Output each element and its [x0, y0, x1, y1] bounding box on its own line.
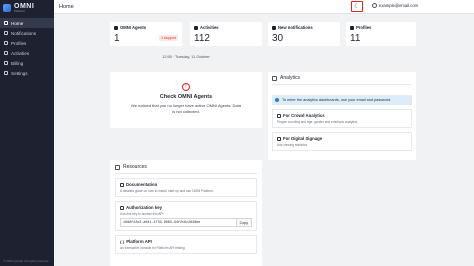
- sub-card-desc: People counting and age, gender and emot…: [277, 120, 358, 124]
- logo-icon: [3, 4, 11, 12]
- key-icon: [120, 205, 124, 210]
- analytics-icon: [272, 75, 277, 81]
- platform-api-link[interactable]: { } Platform API An interactive console f…: [115, 235, 257, 254]
- user-email: example@email.com: [379, 3, 419, 8]
- sidebar-nav: Home Notifications Profiles Activities B…: [0, 18, 54, 78]
- moon-icon: ☾: [354, 4, 360, 10]
- sidebar-item-profiles[interactable]: Profiles: [0, 38, 54, 48]
- stat-value: 11: [350, 33, 361, 44]
- check-message: We noticed that you no longer have activ…: [131, 103, 241, 114]
- brand[interactable]: OMNI Platform: [0, 1, 54, 15]
- stat-value: 112: [194, 33, 210, 44]
- stat-card-notifications[interactable]: New notifications 30: [268, 22, 340, 46]
- check-title: Check OMNI Agents: [159, 94, 213, 100]
- stat-card-activities[interactable]: Activities 112: [190, 22, 262, 46]
- warning-icon: !: [182, 83, 190, 91]
- stat-card-profiles[interactable]: Profiles 11: [346, 22, 416, 46]
- people-icon: [277, 113, 281, 118]
- sidebar-item-label: Billing: [11, 60, 24, 66]
- user-menu[interactable]: example@email.com: [372, 3, 418, 8]
- link-icon: [115, 164, 120, 170]
- user-icon: [372, 3, 377, 8]
- info-text: To enter the analytics dashboards, use y…: [282, 98, 392, 102]
- card-icon: [4, 61, 8, 65]
- res-desc: A detailed guide on how to install, star…: [120, 189, 214, 193]
- digital-signage-link[interactable]: For Digital Signage Ads viewing statisti…: [272, 132, 412, 151]
- profile-icon: [4, 41, 8, 45]
- gear-icon: [4, 71, 8, 75]
- stat-label: OMNI Agents: [120, 25, 147, 30]
- sidebar: OMNI Platform Home Notifications Profile…: [0, 0, 54, 266]
- res-title: Authorization key: [126, 205, 163, 210]
- resources-title: Resources: [123, 164, 147, 170]
- document-icon: [120, 182, 124, 187]
- res-title: Documentation: [126, 182, 158, 187]
- sidebar-item-notifications[interactable]: Notifications: [0, 28, 54, 38]
- theme-toggle-button[interactable]: ☾: [351, 1, 363, 12]
- crowd-analytics-link[interactable]: For Crowd Analytics People counting and …: [272, 109, 412, 128]
- screen-icon: [277, 136, 281, 141]
- sidebar-item-billing[interactable]: Billing: [0, 58, 54, 68]
- timestamp: 12:55 · Tuesday, 11 October: [162, 55, 210, 59]
- auth-key-field[interactable]: 1988f22e3-a041-4733-9063-94f2c6c2848be: [120, 218, 237, 227]
- stat-label: Activities: [200, 25, 219, 30]
- sidebar-item-label: Home: [11, 20, 24, 26]
- stat-value: 30: [272, 33, 284, 44]
- stat-label: New notifications: [278, 25, 313, 30]
- status-badge: 1 stopped: [159, 35, 178, 41]
- sidebar-item-label: Activities: [11, 50, 30, 56]
- authorization-key-section: Authorization key Use this key to access…: [115, 201, 257, 231]
- info-banner: To enter the analytics dashboards, use y…: [272, 95, 412, 105]
- sidebar-item-label: Settings: [11, 70, 28, 76]
- res-desc: An interactive console for Platform API …: [120, 246, 185, 250]
- sub-card-title: For Digital Signage: [283, 136, 323, 141]
- sidebar-item-settings[interactable]: Settings: [0, 68, 54, 78]
- agent-icon: [114, 25, 118, 30]
- profile-icon: [350, 25, 354, 30]
- analytics-title: Analytics: [280, 75, 301, 81]
- page-title: Home: [59, 3, 74, 10]
- bell-icon: [272, 25, 276, 30]
- resources-card: Resources Documentation A detailed guide…: [110, 160, 262, 266]
- bell-icon: [4, 31, 8, 35]
- res-desc: Use this key to access this API: [120, 212, 164, 216]
- res-title: Platform API: [126, 239, 152, 244]
- activity-icon: [4, 51, 8, 55]
- stat-label: Profiles: [356, 25, 372, 30]
- sidebar-item-activities[interactable]: Activities: [0, 48, 54, 58]
- home-icon: [4, 21, 8, 25]
- copy-button[interactable]: Copy: [236, 218, 252, 227]
- info-icon: [275, 98, 279, 102]
- documentation-link[interactable]: Documentation A detailed guide on how to…: [115, 178, 257, 197]
- sidebar-item-label: Profiles: [11, 40, 27, 46]
- activity-icon: [194, 25, 198, 30]
- code-icon: { }: [120, 239, 125, 244]
- brand-sub: Platform: [14, 9, 26, 13]
- sub-card-desc: Ads viewing statistics: [277, 143, 308, 147]
- check-agents-card: ! Check OMNI Agents We noticed that you …: [110, 72, 262, 128]
- sidebar-item-label: Notifications: [11, 30, 37, 36]
- sub-card-title: For Crowd Analytics: [283, 113, 325, 118]
- sidebar-item-home[interactable]: Home: [0, 18, 54, 28]
- sidebar-footer: © 2023 Quividi. All rights reserved.: [3, 259, 50, 263]
- stat-card-agents[interactable]: OMNI Agents 1 1 stopped: [110, 22, 182, 46]
- analytics-card: Analytics To enter the analytics dashboa…: [268, 72, 416, 160]
